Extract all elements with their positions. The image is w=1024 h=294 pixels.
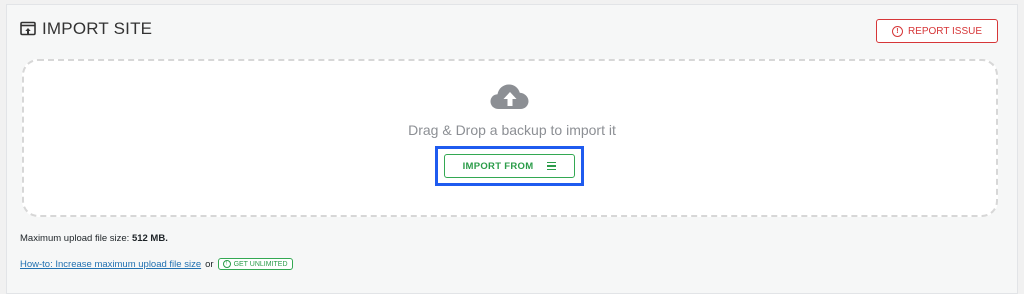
report-issue-button[interactable]: ! REPORT ISSUE <box>876 19 998 43</box>
cloud-upload-icon <box>489 82 531 117</box>
howto-line: How-to: Increase maximum upload file siz… <box>20 258 293 270</box>
max-upload-value: 512 MB. <box>131 233 168 244</box>
import-from-label: IMPORT FROM <box>462 160 534 172</box>
dropzone-instructions: Drag & Drop a backup to import it <box>408 122 616 138</box>
max-upload-prefix: Maximum upload file size: <box>20 233 130 244</box>
alert-circle-icon: ! <box>222 260 231 268</box>
get-unlimited-button[interactable]: ! GET UNLIMITED <box>217 258 293 270</box>
report-issue-label: REPORT ISSUE <box>907 25 983 37</box>
get-unlimited-label: GET UNLIMITED <box>233 260 288 268</box>
page-title-text: IMPORT SITE <box>42 19 153 38</box>
import-from-button[interactable]: IMPORT FROM <box>444 154 575 178</box>
or-text: or <box>205 258 214 270</box>
page-title: IMPORT SITE <box>20 19 152 39</box>
hamburger-menu-icon <box>547 161 557 171</box>
alert-circle-icon: ! <box>891 25 903 37</box>
max-upload-info: Maximum upload file size: 512 MB. <box>20 233 168 244</box>
howto-increase-upload-link[interactable]: How-to: Increase maximum upload file siz… <box>20 259 201 270</box>
import-site-icon <box>20 21 36 37</box>
